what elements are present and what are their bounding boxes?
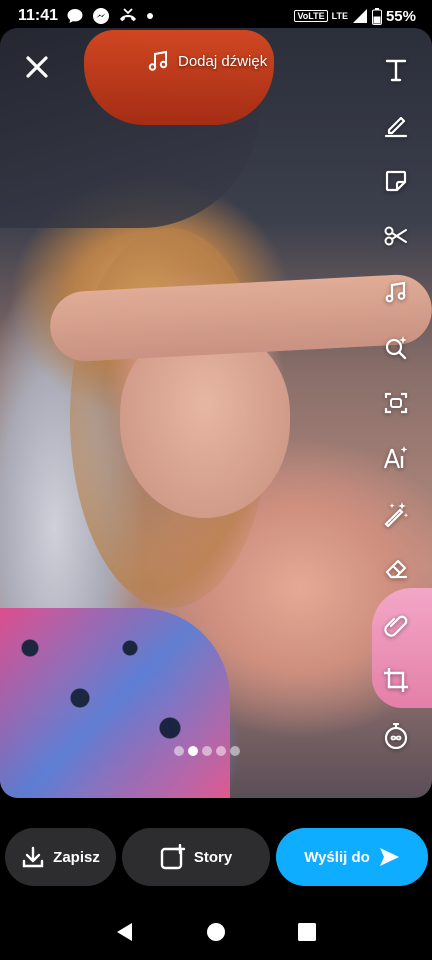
infinity-timer-icon [384, 722, 408, 749]
crop-tool[interactable] [374, 653, 418, 709]
photo-orange-bag [84, 30, 274, 125]
chat-bubble-icon [66, 7, 84, 25]
text-tool[interactable] [374, 42, 418, 98]
scan-icon [384, 392, 408, 413]
add-story-icon [160, 844, 186, 870]
draw-tool[interactable] [374, 98, 418, 154]
page-dot-active [188, 746, 198, 756]
action-bar: Zapisz Story Wyślij do [0, 812, 432, 904]
page-indicator [174, 746, 240, 756]
page-dot [216, 746, 226, 756]
timer-tool[interactable] [374, 708, 418, 764]
page-dot [174, 746, 184, 756]
send-arrow-icon [379, 848, 399, 866]
notification-dot-icon [146, 12, 154, 20]
sticker-icon [385, 170, 407, 191]
pencil-icon [384, 117, 408, 138]
add-sound-button[interactable]: Dodaj dźwięk [146, 46, 267, 76]
save-button[interactable]: Zapisz [5, 828, 116, 886]
crop-icon [384, 668, 408, 693]
send-to-button[interactable]: Wyślij do [276, 828, 428, 886]
messenger-icon [92, 7, 110, 25]
close-icon [26, 56, 48, 78]
page-dot [230, 746, 240, 756]
page-dot [202, 746, 212, 756]
status-time: 11:41 [18, 7, 59, 24]
add-sound-label: Dodaj dźwięk [178, 52, 268, 70]
volte-badge: VoLTE [294, 10, 328, 22]
editing-toolbar [374, 42, 418, 764]
text-icon [385, 59, 407, 81]
music-note-icon [148, 50, 168, 71]
signal-icon [352, 8, 368, 24]
battery-icon [371, 7, 382, 25]
recents-square-icon [297, 923, 316, 941]
send-label: Wyślij do [304, 848, 370, 866]
lens-search-tool[interactable] [374, 320, 418, 376]
sticker-tool[interactable] [374, 153, 418, 209]
photo-preview[interactable] [0, 28, 432, 798]
back-triangle-icon [117, 923, 133, 941]
missed-call-icon [118, 7, 138, 25]
link-tool[interactable] [374, 597, 418, 653]
scissors-icon [384, 226, 407, 246]
story-label: Story [193, 848, 233, 866]
save-label: Zapisz [53, 848, 100, 866]
eraser-tool[interactable] [374, 542, 418, 598]
magic-wand-tool[interactable] [374, 486, 418, 542]
nav-back-button[interactable] [105, 912, 145, 952]
paperclip-icon [384, 615, 408, 637]
home-circle-icon [206, 923, 225, 941]
battery-percent: 55% [385, 7, 416, 25]
scan-tool[interactable] [374, 375, 418, 431]
magic-wand-icon [384, 501, 409, 527]
music-note-icon [385, 281, 406, 303]
sparkle-search-icon [385, 336, 407, 360]
music-tool[interactable] [374, 264, 418, 320]
download-icon [22, 846, 44, 868]
ai-tool[interactable] [374, 431, 418, 487]
lte-label: LTE [331, 11, 348, 21]
system-navigation-bar [0, 904, 432, 960]
nav-home-button[interactable] [196, 912, 236, 952]
nav-recents-button[interactable] [287, 912, 327, 952]
close-button[interactable] [20, 50, 54, 84]
story-button[interactable]: Story [122, 828, 270, 886]
scissors-tool[interactable] [374, 209, 418, 265]
eraser-icon [385, 560, 408, 579]
photo-leopard-fabric [0, 608, 230, 798]
ai-text-icon [383, 446, 408, 469]
